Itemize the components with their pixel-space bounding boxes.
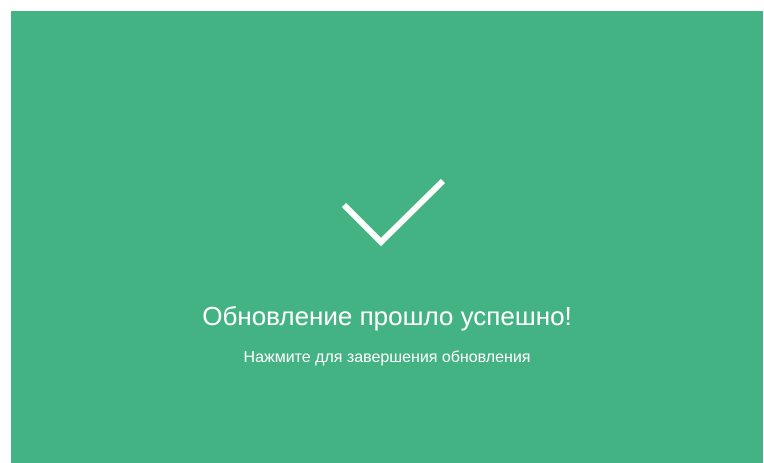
update-success-title: Обновление прошло успешно! xyxy=(202,301,572,331)
finish-update-hint: Нажмите для завершения обновления xyxy=(243,349,531,366)
update-complete-panel[interactable]: Обновление прошло успешно! Нажмите для з… xyxy=(11,11,763,463)
checkmark-icon xyxy=(341,178,446,247)
